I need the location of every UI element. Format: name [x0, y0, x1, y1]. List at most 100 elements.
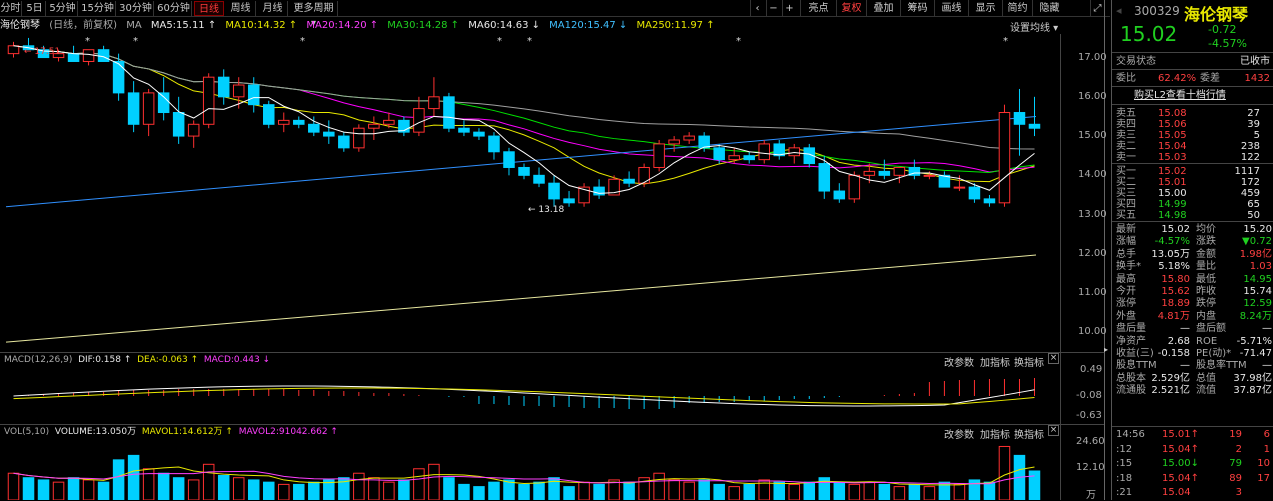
candle-55 — [833, 183, 846, 203]
tab-6[interactable]: 日线 — [194, 1, 224, 16]
l2-link-text[interactable]: 购买L2查看十档行情 — [1134, 89, 1226, 102]
stat-value-1-b: ▼0.72 — [1242, 236, 1272, 248]
tab-1[interactable]: 5日 — [24, 1, 46, 16]
tab-0[interactable]: 分时 — [0, 1, 22, 16]
stock-code: 300329 — [1134, 4, 1180, 18]
tick-row-2: :15 15.00↓ 79 10 — [1112, 457, 1273, 470]
toolbar-right-5[interactable]: 显示 — [968, 0, 1002, 17]
vol-edit-params-button[interactable]: 改参数 — [944, 426, 974, 441]
collapse-panel-icon[interactable]: ▸ — [1104, 345, 1110, 359]
vol-header: VOL(5,10) VOLUME:13.050万 MAVOL1:14.612万 … — [4, 426, 338, 438]
candle-body-63 — [953, 186, 966, 189]
l2-link[interactable]: 购买L2查看十档行情 — [1112, 89, 1273, 102]
tick-price-0: 15.01↑ — [1162, 429, 1200, 440]
candle-body-13 — [202, 76, 215, 125]
toolbar-right-2[interactable]: 叠加 — [866, 0, 900, 17]
zoom-in-icon[interactable]: + — [782, 0, 796, 17]
candle-38 — [578, 183, 590, 207]
chart-title: 海伦钢琴 — [0, 20, 40, 31]
ma250-value: MA250:11.97 ↑ — [636, 20, 715, 31]
vol-bar-44 — [668, 479, 680, 500]
tab-5[interactable]: 60分钟 — [156, 1, 192, 16]
toolbar-right-6[interactable]: 简约 — [1002, 0, 1032, 17]
candle-8 — [127, 81, 140, 133]
stat-label-2-b: 金额 — [1196, 248, 1216, 260]
vol-add-indicator-button[interactable]: 加指标 — [980, 426, 1010, 441]
vol-close-icon[interactable]: × — [1048, 425, 1059, 436]
candle-10 — [157, 77, 170, 121]
tab-7[interactable]: 周线 — [226, 1, 256, 16]
tab-3[interactable]: 15分钟 — [80, 1, 116, 16]
tick-count-2: 10 — [1257, 458, 1270, 469]
vol-axis-unit: 万 — [1086, 490, 1096, 501]
volume-chart[interactable] — [0, 438, 1060, 500]
candle-body-8 — [127, 92, 140, 125]
ma5-value: MA5:15.11 ↑ — [150, 20, 217, 31]
stat-value-4-b: 14.95 — [1243, 273, 1272, 285]
candle-body-24 — [368, 123, 380, 129]
candle-body-66 — [998, 112, 1011, 204]
macd-switch-indicator-button[interactable]: 换指标 — [1014, 354, 1044, 369]
macd-close-icon[interactable]: × — [1048, 353, 1059, 364]
tab-2[interactable]: 5分钟 — [48, 1, 78, 16]
vol-bar-39 — [593, 483, 605, 500]
vol-bar-23 — [353, 472, 365, 500]
candle-34 — [518, 163, 530, 180]
stat-value-7-b: 8.24万 — [1239, 310, 1272, 322]
vol-bar-11 — [172, 477, 185, 500]
vol-switch-indicator-button[interactable]: 换指标 — [1014, 426, 1044, 441]
vol-bar-28 — [428, 463, 440, 500]
candle-42 — [638, 163, 650, 188]
tab-9[interactable]: 更多周期 ▾ — [290, 1, 338, 29]
stat-value-9-b: -5.71% — [1236, 335, 1272, 347]
vol-bar-37 — [563, 486, 575, 500]
toolbar-right-3[interactable]: 筹码 — [900, 0, 934, 17]
candle-body-47 — [713, 147, 725, 161]
stat-label-5-a: 今开 — [1116, 286, 1136, 297]
tab-4[interactable]: 30分钟 — [118, 1, 154, 16]
toolbar-right-7[interactable]: 隐藏 — [1032, 0, 1066, 17]
nav-left-icon[interactable]: ‹ — [750, 0, 764, 17]
stat-value-13-b: 37.87亿 — [1233, 385, 1272, 397]
vol-bar-24 — [368, 477, 380, 500]
stat-row-9: 净资产 2.68 ROE -5.71% — [1112, 335, 1273, 348]
stat-value-7-a: 4.81万 — [1157, 310, 1190, 322]
toolbar-right-1[interactable]: 复权 — [836, 0, 866, 17]
macd-edit-params-button[interactable]: 改参数 — [944, 354, 974, 369]
stat-row-10: 收益(三) -0.158 PE(动)* -71.47 — [1112, 347, 1273, 360]
zoom-out-icon[interactable]: − — [766, 0, 780, 17]
expand-icon[interactable]: ⤢ — [1090, 0, 1104, 17]
toolbar-right-0[interactable]: 亮点 — [800, 0, 836, 17]
candle-24 — [368, 116, 380, 140]
stat-label-7-b: 内盘 — [1196, 310, 1216, 322]
chart-mode: (日线，前复权) — [49, 20, 117, 31]
stat-value-9-a: 2.68 — [1167, 335, 1190, 347]
vol-bar-34 — [518, 483, 530, 500]
kline-chart[interactable]: * * * * * * * — [0, 34, 1060, 352]
candle-body-45 — [683, 135, 695, 141]
macd-add-indicator-button[interactable]: 加指标 — [980, 354, 1010, 369]
tab-8[interactable]: 月线 — [258, 1, 288, 16]
stat-label-13-a: 流通股 — [1116, 385, 1146, 397]
stat-value-3-a: 5.18% — [1158, 261, 1190, 273]
stat-label-12-a: 总股本 — [1116, 372, 1146, 384]
candle-body-55 — [833, 190, 846, 200]
candle-14 — [217, 69, 230, 105]
vol-bar-43 — [653, 472, 665, 500]
candle-body-52 — [788, 147, 801, 157]
vol-bar-5 — [82, 479, 95, 500]
candle-16 — [247, 77, 260, 113]
status-label: 交易状态 — [1116, 56, 1156, 67]
tick-row-0: 14:56 15.01↑ 19 6 — [1112, 428, 1273, 441]
toolbar-right-4[interactable]: 画线 — [934, 0, 968, 17]
ma-settings-button[interactable]: 设置均线 ▾ — [1010, 19, 1058, 34]
stat-label-13-b: 流值 — [1196, 385, 1216, 397]
macd-chart[interactable] — [0, 366, 1060, 424]
scroll-left-icon[interactable]: ◂ — [1116, 4, 1122, 17]
candle-body-10 — [157, 92, 170, 114]
candle-37 — [563, 191, 575, 207]
vol-bar-35 — [533, 481, 545, 500]
stat-row-6: 涨停 18.89 跌停 12.59 — [1112, 297, 1273, 310]
high-annotation: ← 17.51 — [24, 47, 61, 57]
quote-panel: ◂ 300329 海伦钢琴 15.02 -0.72 -4.57% 交易状态 已收市… — [1111, 0, 1273, 500]
